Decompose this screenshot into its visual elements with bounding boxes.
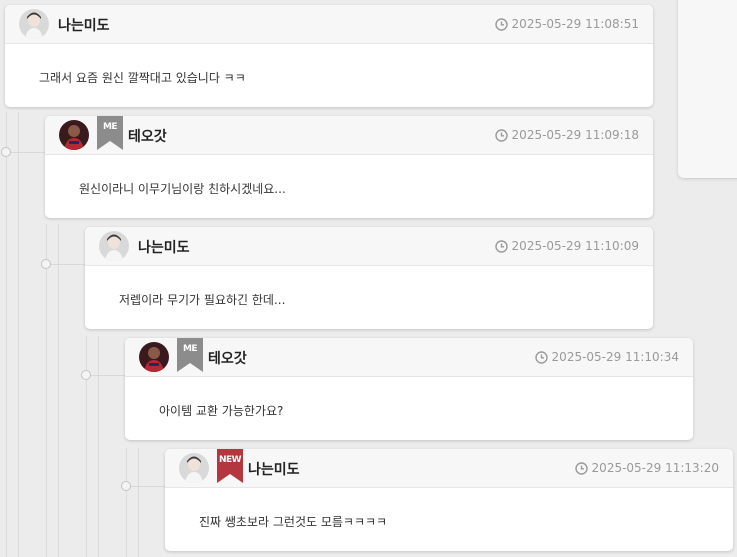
comment-timestamp: 2025-05-29 11:10:34 xyxy=(534,350,679,364)
timestamp-text: 2025-05-29 11:10:34 xyxy=(551,350,679,364)
timestamp-text: 2025-05-29 11:09:18 xyxy=(511,128,639,142)
comment-card: 나는미도 2025-05-29 11:10:09 저렙이라 무기가 필요하긴 한… xyxy=(85,227,653,329)
me-badge: ME xyxy=(97,116,123,150)
comment-header: 나는미도 2025-05-29 11:10:09 xyxy=(85,227,653,266)
comment-author[interactable]: 나는미도 xyxy=(138,237,190,257)
clock-icon xyxy=(534,350,548,364)
thread-line xyxy=(126,448,127,557)
thread-node xyxy=(121,481,131,491)
thread-node xyxy=(1,147,11,157)
avatar[interactable] xyxy=(179,453,209,483)
comment-timestamp: 2025-05-29 11:13:20 xyxy=(574,461,719,475)
comment-author[interactable]: 테오갓 xyxy=(128,126,167,146)
timestamp-text: 2025-05-29 11:10:09 xyxy=(511,239,639,253)
side-panel xyxy=(678,0,737,178)
comment-timestamp: 2025-05-29 11:10:09 xyxy=(494,239,639,253)
comment-text: 그래서 요즘 원신 깔짝대고 있습니다 ㅋㅋ xyxy=(39,71,246,85)
comment-text: 진짜 쌩초보라 그런것도 모름ㅋㅋㅋㅋ xyxy=(199,515,388,529)
comment-header: ME 테오갓 2025-05-29 11:10:34 xyxy=(125,338,693,377)
timestamp-text: 2025-05-29 11:13:20 xyxy=(591,461,719,475)
thread-branch xyxy=(88,375,125,376)
comment-text: 아이템 교환 가능한가요? xyxy=(159,404,284,418)
comment-timestamp: 2025-05-29 11:08:51 xyxy=(494,17,639,31)
thread-node xyxy=(81,370,91,380)
me-badge: ME xyxy=(177,338,203,372)
comment-header: NEW 나는미도 2025-05-29 11:13:20 xyxy=(165,449,733,488)
comment-card: NEW 나는미도 2025-05-29 11:13:20 진짜 쌩초보라 그런것… xyxy=(165,449,733,551)
thread-line xyxy=(46,224,47,557)
thread-branch xyxy=(128,486,165,487)
avatar[interactable] xyxy=(139,342,169,372)
thread-line xyxy=(18,112,19,557)
badge-label: ME xyxy=(182,344,198,354)
comment-author[interactable]: 나는미도 xyxy=(58,15,110,35)
comment-author[interactable]: 테오갓 xyxy=(208,348,247,368)
thread-line xyxy=(58,224,59,557)
badge-label: NEW xyxy=(218,455,242,465)
thread-branch xyxy=(8,152,45,153)
avatar[interactable] xyxy=(99,231,129,261)
comment-text: 저렙이라 무기가 필요하긴 한데... xyxy=(119,293,286,307)
comment-card: ME 테오갓 2025-05-29 11:10:34 아이템 교환 가능한가요? xyxy=(125,338,693,440)
clock-icon xyxy=(494,17,508,31)
comment-header: ME 테오갓 2025-05-29 11:09:18 xyxy=(45,116,653,155)
clock-icon xyxy=(494,239,508,253)
comment-header: 나는미도 2025-05-29 11:08:51 xyxy=(5,5,653,44)
thread-line xyxy=(138,448,139,557)
clock-icon xyxy=(494,128,508,142)
clock-icon xyxy=(574,461,588,475)
thread-branch xyxy=(48,264,85,265)
thread-line xyxy=(6,112,7,557)
avatar[interactable] xyxy=(59,120,89,150)
comment-author[interactable]: 나는미도 xyxy=(248,459,300,479)
comment-text: 원신이라니 이무기님이랑 친하시겠네요... xyxy=(79,182,286,196)
new-badge: NEW xyxy=(217,449,243,483)
comment-timestamp: 2025-05-29 11:09:18 xyxy=(494,128,639,142)
thread-node xyxy=(41,259,51,269)
avatar[interactable] xyxy=(19,9,49,39)
comment-card: ME 테오갓 2025-05-29 11:09:18 원신이라니 이무기님이랑 … xyxy=(45,116,653,218)
comment-card: 나는미도 2025-05-29 11:08:51 그래서 요즘 원신 깔짝대고 … xyxy=(5,5,653,107)
timestamp-text: 2025-05-29 11:08:51 xyxy=(511,17,639,31)
thread-line xyxy=(98,336,99,557)
badge-label: ME xyxy=(102,122,118,132)
